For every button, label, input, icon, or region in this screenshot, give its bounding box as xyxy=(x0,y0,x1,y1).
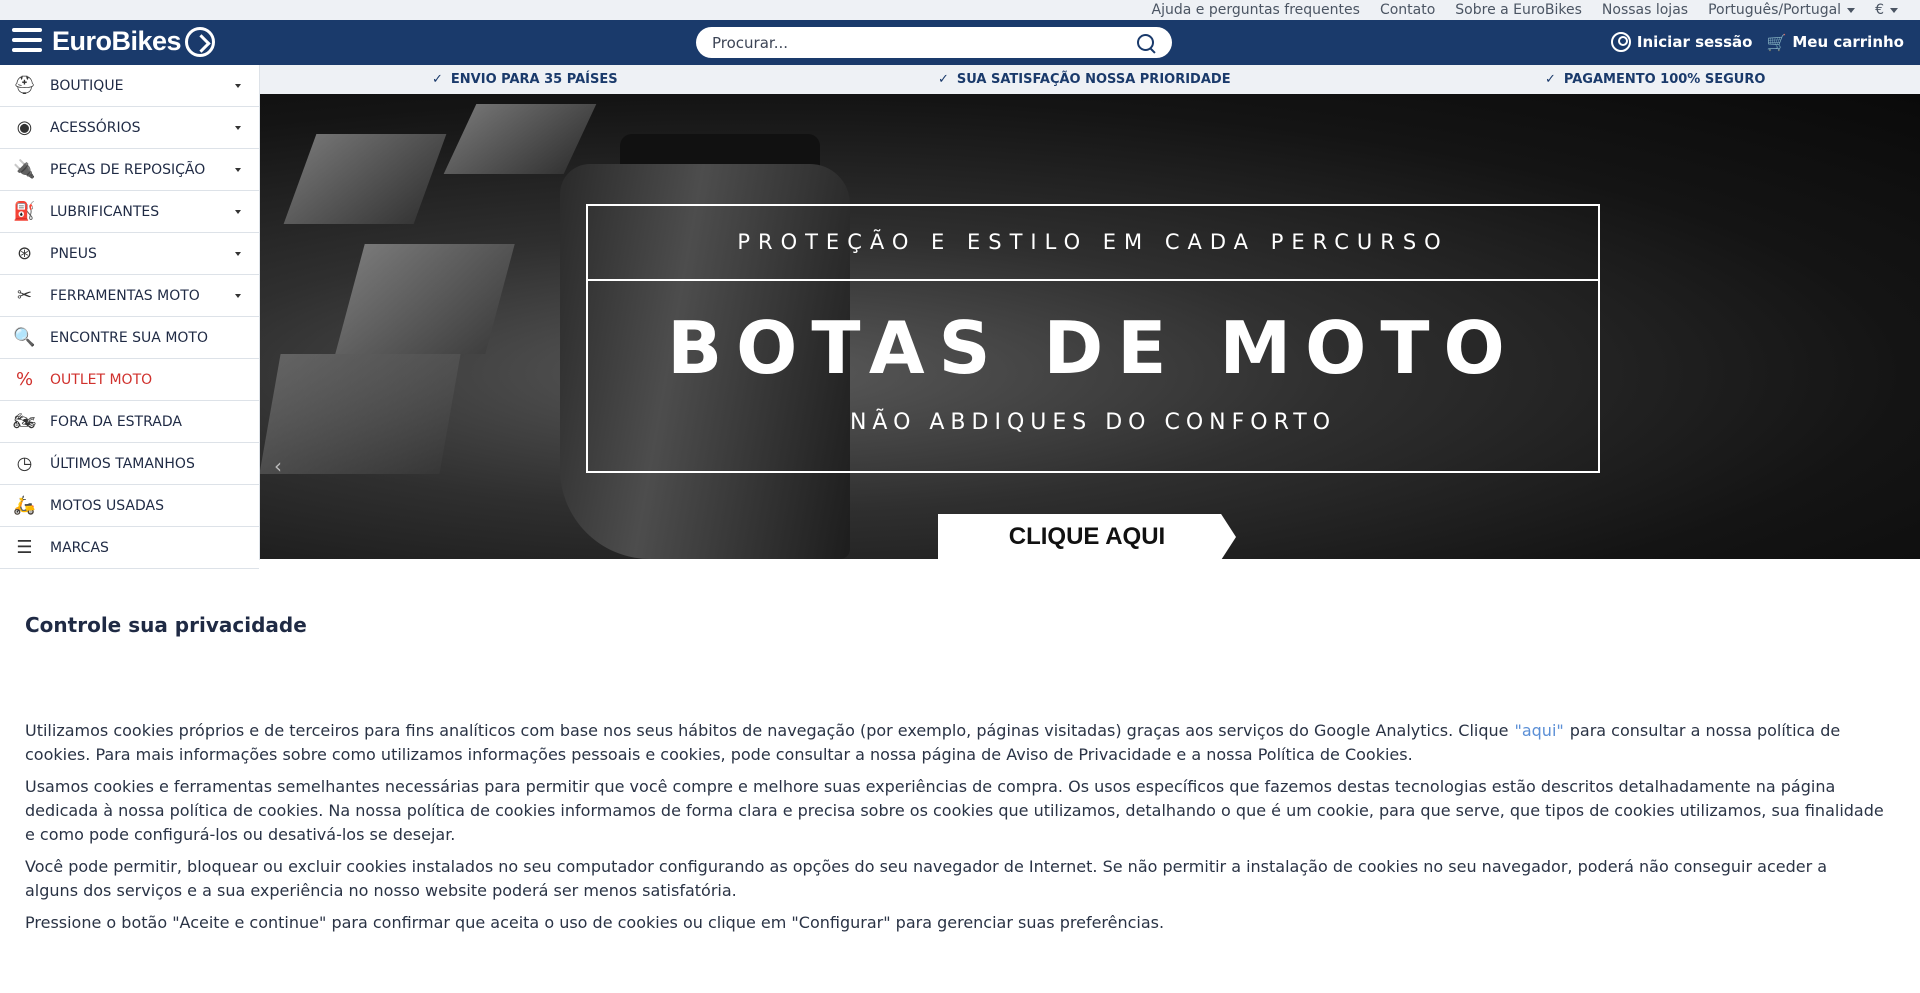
sidebar-item-label: MOTOS USADAS xyxy=(50,497,164,514)
sidebar-item-label: FORA DA ESTRADA xyxy=(50,413,182,430)
sidebar-item-pneus[interactable]: ⊛ PNEUS xyxy=(0,233,259,275)
chevron-down-icon xyxy=(235,126,241,130)
sidebar-item-label: MARCAS xyxy=(50,539,109,556)
sidebar-item-outlet[interactable]: % OUTLET MOTO xyxy=(0,359,259,401)
sidebar-item-label: PNEUS xyxy=(50,245,97,262)
sidebar-item-boutique[interactable]: ⛑ BOUTIQUE xyxy=(0,65,259,107)
sidebar-item-label: BOUTIQUE xyxy=(50,77,124,94)
header-actions: Iniciar sessão 🛒 Meu carrinho xyxy=(1610,32,1904,52)
privacy-text: Utilizamos cookies próprios e de terceir… xyxy=(25,721,1509,740)
reassurance-label: ENVIO PARA 35 PAÍSES xyxy=(450,72,618,87)
main-header: EuroBikes Iniciar sessão 🛒 Meu carrinho xyxy=(0,20,1920,65)
sidebar-item-acessorios[interactable]: ◉ ACESSÓRIOS xyxy=(0,107,259,149)
chevron-down-icon xyxy=(1890,7,1898,13)
hero-divider xyxy=(588,279,1598,281)
tools-icon: ✂ xyxy=(16,285,33,306)
login-button[interactable]: Iniciar sessão xyxy=(1610,32,1753,52)
privacy-paragraph: Usamos cookies e ferramentas semelhantes… xyxy=(25,777,1884,844)
contact-link[interactable]: Contato xyxy=(1380,2,1435,18)
logo-mark-icon xyxy=(185,26,216,57)
login-label: Iniciar sessão xyxy=(1636,33,1753,51)
sidebar-item-label: ÚLTIMOS TAMANHOS xyxy=(50,455,195,472)
chevron-down-icon xyxy=(235,252,241,256)
sidebar-item-label: PEÇAS DE REPOSIÇÃO xyxy=(50,161,206,178)
sidebar-item-fora-estrada[interactable]: 🏍 FORA DA ESTRADA xyxy=(0,401,259,443)
privacy-title: Controle sua privacidade xyxy=(25,613,307,637)
search-bar xyxy=(696,27,1172,58)
hero-tagline: PROTEÇÃO E ESTILO EM CADA PERCURSO xyxy=(737,230,1449,254)
clock-icon: ◷ xyxy=(16,453,33,474)
logo-text: EuroBikes xyxy=(52,26,182,56)
currency-label: € xyxy=(1875,2,1884,18)
sidebar-item-pecas[interactable]: 🔌 PEÇAS DE REPOSIÇÃO xyxy=(0,149,259,191)
reassurance-satisfaction: ✓ SUA SATISFAÇÃO NOSSA PRIORIDADE xyxy=(938,72,1231,87)
hero-subtitle: NÃO ABDIQUES DO CONFORTO xyxy=(849,410,1337,435)
search-input[interactable] xyxy=(712,33,1136,52)
sidebar-item-ferramentas[interactable]: ✂ FERRAMENTAS MOTO xyxy=(0,275,259,317)
chevron-down-icon xyxy=(235,84,241,88)
language-selector[interactable]: Português/Portugal xyxy=(1708,2,1856,18)
privacy-paragraph: Utilizamos cookies próprios e de terceir… xyxy=(25,719,1885,767)
discount-icon: % xyxy=(15,369,34,390)
background-tile xyxy=(335,244,515,354)
privacy-paragraph: Pressione o botão "Aceite e continue" pa… xyxy=(25,913,1165,932)
sidebar-item-encontre[interactable]: 🔍 ENCONTRE SUA MOTO xyxy=(0,317,259,359)
chevron-down-icon xyxy=(235,210,241,214)
sidebar-item-label: FERRAMENTAS MOTO xyxy=(50,287,200,304)
sidebar-item-marcas[interactable]: ☰ MARCAS xyxy=(0,527,259,569)
list-icon: ☰ xyxy=(16,537,33,558)
sidebar-item-motos-usadas[interactable]: 🛵 MOTOS USADAS xyxy=(0,485,259,527)
chevron-down-icon xyxy=(235,294,241,298)
chevron-down-icon xyxy=(235,168,241,172)
reassurance-label: SUA SATISFAÇÃO NOSSA PRIORIDADE xyxy=(956,72,1231,87)
category-sidebar: ⛑ BOUTIQUE ◉ ACESSÓRIOS 🔌 PEÇAS DE REPOSIÇÃ… xyxy=(0,65,260,569)
sidebar-item-label: ACESSÓRIOS xyxy=(50,119,141,136)
cart-icon: 🛒 xyxy=(1766,32,1787,52)
privacy-paragraph: Você pode permitir, bloquear ou excluir … xyxy=(25,857,1828,900)
check-icon: ✓ xyxy=(1545,72,1556,87)
about-link[interactable]: Sobre a EuroBikes xyxy=(1455,2,1582,18)
hero-banner[interactable]: ‹ PROTEÇÃO E ESTILO EM CADA PERCURSO BOT… xyxy=(260,94,1920,559)
background-tile xyxy=(443,104,597,174)
offroad-icon: 🏍 xyxy=(13,411,36,432)
privacy-section: Controle sua privacidade Utilizamos cook… xyxy=(25,613,1885,943)
reassurance-payment: ✓ PAGAMENTO 100% SEGURO xyxy=(1545,72,1765,87)
cart-button[interactable]: 🛒 Meu carrinho xyxy=(1766,33,1904,52)
cookie-policy-link[interactable]: "aqui" xyxy=(1514,721,1563,740)
helmet-icon: ⛑ xyxy=(13,75,36,96)
background-tile xyxy=(283,134,447,224)
language-label: Português/Portugal xyxy=(1708,2,1842,18)
sidebar-item-label: LUBRIFICANTES xyxy=(50,203,160,220)
hero-cta-button[interactable]: CLIQUE AQUI xyxy=(938,514,1236,559)
sidebar-item-ultimos[interactable]: ◷ ÚLTIMOS TAMANHOS xyxy=(0,443,259,485)
cart-label: Meu carrinho xyxy=(1792,33,1904,51)
stores-link[interactable]: Nossas lojas xyxy=(1602,2,1688,18)
reassurance-label: PAGAMENTO 100% SEGURO xyxy=(1563,72,1766,87)
sidebar-item-label: ENCONTRE SUA MOTO xyxy=(50,329,208,346)
search-bike-icon: 🔍 xyxy=(13,327,36,348)
check-icon: ✓ xyxy=(938,72,949,87)
spark-plug-icon: 🔌 xyxy=(13,159,36,180)
tire-icon: ⊛ xyxy=(16,243,33,264)
reassurance-shipping: ✓ ENVIO PARA 35 PAÍSES xyxy=(432,72,618,87)
sidebar-item-label: OUTLET MOTO xyxy=(50,371,153,388)
headlight-icon: ◉ xyxy=(16,117,33,138)
chevron-down-icon xyxy=(1847,7,1856,13)
menu-icon[interactable] xyxy=(12,28,42,56)
logo[interactable]: EuroBikes xyxy=(52,26,216,57)
oil-can-icon: ⛽ xyxy=(13,201,36,222)
top-utility-bar: Ajuda e perguntas frequentes Contato Sob… xyxy=(0,0,1920,20)
carousel-prev-icon[interactable]: ‹ xyxy=(274,454,282,478)
currency-selector[interactable]: € xyxy=(1875,2,1898,18)
hero-title: BOTAS DE MOTO xyxy=(667,306,1519,390)
motorbike-icon: 🛵 xyxy=(13,495,36,516)
sidebar-item-lubrificantes[interactable]: ⛽ LUBRIFICANTES xyxy=(0,191,259,233)
help-faq-link[interactable]: Ajuda e perguntas frequentes xyxy=(1152,2,1360,18)
search-icon[interactable] xyxy=(1136,33,1156,53)
user-icon xyxy=(1610,32,1631,52)
background-tile xyxy=(260,354,461,474)
hero-frame: PROTEÇÃO E ESTILO EM CADA PERCURSO BOTAS… xyxy=(586,204,1600,473)
reassurance-strip: ✓ ENVIO PARA 35 PAÍSES ✓ SUA SATISFAÇÃO NO… xyxy=(260,65,1920,94)
check-icon: ✓ xyxy=(432,72,443,87)
